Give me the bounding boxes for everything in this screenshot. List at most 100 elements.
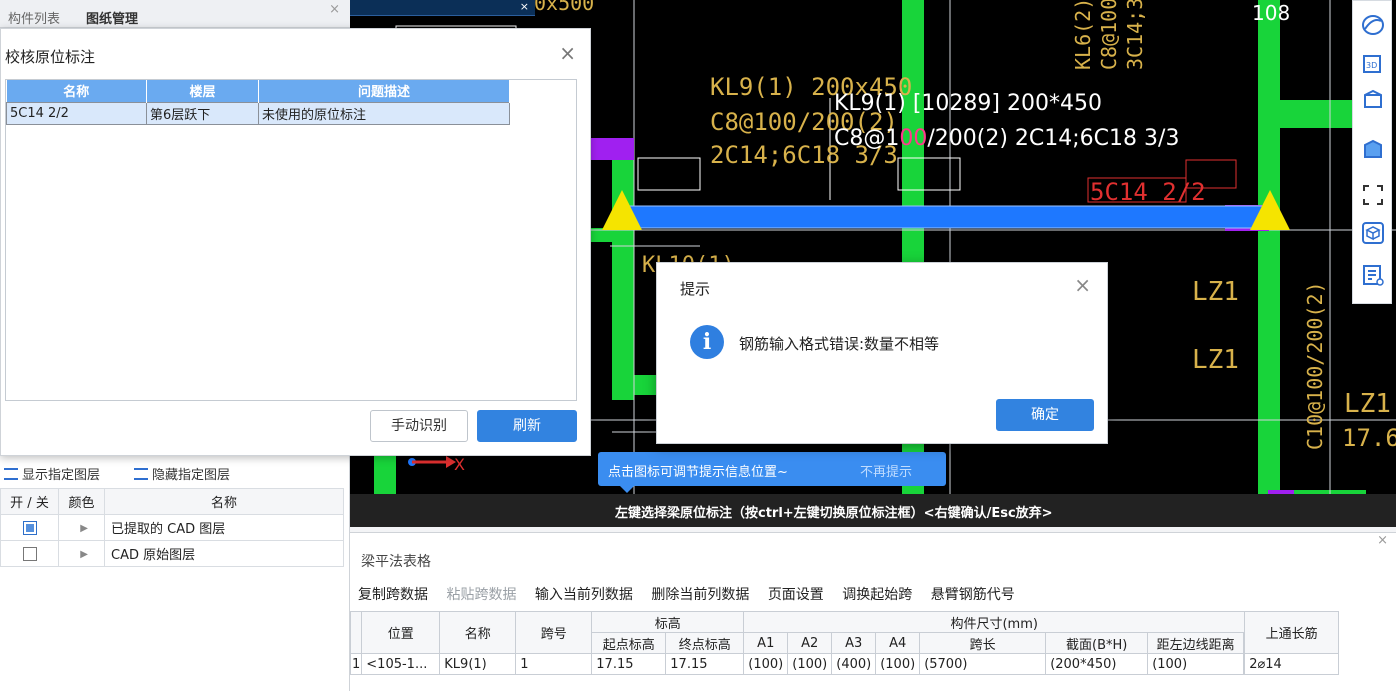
cad-label: 0x500 (534, 0, 594, 15)
beam-toolbar: 复制跨数据 粘贴跨数据 输入当前列数据 删除当前列数据 页面设置 调换起始跨 悬… (358, 584, 1029, 604)
cell-a1[interactable]: (100) (743, 653, 789, 675)
left-tab-bar: 构件列表 图纸管理 × (0, 0, 350, 28)
cell-a2[interactable]: (100) (787, 653, 833, 675)
cad-label: C8@100 (1097, 0, 1121, 70)
col-header-name: 名称 (104, 488, 344, 515)
cad-label: KL6(2) (1071, 0, 1095, 70)
layer-table: 开 / 关 颜色 名称 ▶ 已提取的 CAD 图层 ▶ CAD 原始图层 (0, 488, 344, 567)
prompt-dialog: 提示 × i 钢筋输入格式错误:数量不相等 确定 (656, 262, 1108, 444)
dialog-title: 提示 (680, 280, 711, 298)
table-row[interactable]: 1 <105-1... KL9(1) 1 17.15 17.15 (100) (… (349, 653, 1340, 675)
list-settings-icon[interactable] (1361, 263, 1385, 287)
tab-drawing-management[interactable]: 图纸管理 (86, 8, 138, 27)
view-cube-icon[interactable] (1361, 221, 1385, 245)
cad-label-elevation: 17.65 (1342, 424, 1396, 452)
col-group-elevation: 标高 (591, 611, 745, 633)
show-layer-button[interactable]: 显示指定图层 (4, 464, 100, 483)
info-icon: i (690, 325, 724, 359)
refresh-button[interactable]: 刷新 (477, 410, 577, 442)
row-index: 1 (349, 653, 363, 675)
col-header-start-elev: 起点标高 (591, 632, 667, 654)
cell-a4[interactable]: (100) (875, 653, 921, 675)
manual-identify-button[interactable]: 手动识别 (370, 410, 468, 442)
svg-text:C8@100/200(2) 2C14;6C18 3/3: C8@100/200(2) 2C14;6C18 3/3 (834, 126, 1179, 151)
col-header-a1: A1 (743, 632, 789, 654)
cad-label-5c14: 5C14 2/2 (1090, 178, 1206, 206)
beam-table: 位置 名称 跨号 标高 构件尺寸(mm) 上通长筋 起点标高 终点标高 A1 A… (349, 611, 1340, 675)
col-header-top-bar: 上通长筋 (1244, 611, 1340, 654)
layer-name: 已提取的 CAD 图层 (104, 514, 344, 541)
confirm-button[interactable]: 确定 (996, 399, 1094, 431)
cube-solid-icon[interactable] (1361, 137, 1385, 161)
layers-icon (134, 467, 148, 480)
panel-title: 梁平法表格 (361, 554, 431, 570)
paste-span-button[interactable]: 粘贴跨数据 (446, 587, 516, 603)
cell-span-length[interactable]: (5700) (919, 653, 1047, 675)
col-group-size: 构件尺寸(mm) (743, 611, 1246, 633)
cell-name[interactable]: KL9(1) (439, 653, 517, 675)
expand-icon[interactable]: ▶ (80, 549, 88, 560)
cell-span[interactable]: 1 (515, 653, 593, 675)
dont-show-again-link[interactable]: 不再提示 (860, 461, 912, 480)
cell-distance[interactable]: (100) (1147, 653, 1245, 675)
cell-end-elev[interactable]: 17.15 (665, 653, 745, 675)
page-setup-button[interactable]: 页面设置 (768, 587, 824, 603)
col-header-name: 名称 (439, 611, 517, 654)
close-icon[interactable]: × (329, 2, 340, 17)
hide-layer-label: 隐藏指定图层 (152, 468, 231, 483)
prompt-message: 钢筋输入格式错误:数量不相等 (739, 335, 940, 353)
cad-label: C10@100/200(2) (1303, 281, 1327, 450)
cell-a3[interactable]: (400) (831, 653, 877, 675)
col-header-section: 截面(B*H) (1045, 632, 1149, 654)
table-row[interactable]: ▶ CAD 原始图层 (0, 540, 344, 567)
hide-layer-button[interactable]: 隐藏指定图层 (134, 464, 230, 483)
col-header-a4: A4 (875, 632, 921, 654)
close-icon[interactable]: × (559, 41, 576, 65)
cad-label-lz1: LZ1 (1192, 277, 1239, 307)
cell-section[interactable]: (200*450) (1045, 653, 1149, 675)
col-header-distance: 距左边线距离 (1147, 632, 1245, 654)
table-row[interactable]: ▶ 已提取的 CAD 图层 (0, 514, 344, 541)
cube-icon[interactable] (1361, 87, 1385, 111)
col-header-color: 颜色 (58, 488, 105, 515)
cad-label-lz1: LZ1 (1344, 389, 1391, 419)
copy-span-button[interactable]: 复制跨数据 (358, 587, 428, 603)
svg-text:3D: 3D (1366, 61, 1377, 70)
close-icon[interactable]: × (520, 0, 529, 13)
show-layer-label: 显示指定图层 (22, 468, 101, 483)
col-header-floor: 楼层 (146, 80, 259, 102)
layer-checkbox[interactable] (22, 546, 37, 561)
col-header-a2: A2 (787, 632, 833, 654)
col-header-desc: 问题描述 (258, 80, 510, 102)
fullscreen-icon[interactable] (1361, 183, 1385, 207)
cell-top-bar[interactable]: 2⌀14 (1244, 653, 1340, 675)
table-row[interactable]: 5C14 2/2 第6层跃下 未使用的原位标注 (6, 101, 510, 125)
cad-label-lz1: LZ1 (1192, 345, 1239, 375)
layer-name: CAD 原始图层 (104, 540, 344, 567)
cell-start-elev[interactable]: 17.15 (591, 653, 667, 675)
col-header-toggle: 开 / 关 (0, 488, 59, 515)
hint-tooltip[interactable]: 点击图标可调节提示信息位置~ 不再提示 (598, 452, 946, 493)
input-column-button[interactable]: 输入当前列数据 (535, 587, 633, 603)
delete-column-button[interactable]: 删除当前列数据 (651, 587, 749, 603)
cell-position[interactable]: <105-1... (361, 653, 441, 675)
hint-message: 点击图标可调节提示信息位置~ (608, 465, 788, 480)
cantilever-code-button[interactable]: 悬臂钢筋代号 (931, 587, 1015, 603)
axis-x-label: X (454, 455, 465, 474)
close-icon[interactable]: × (1074, 273, 1091, 297)
beam-table-panel: 梁平法表格 × 复制跨数据 粘贴跨数据 输入当前列数据 删除当前列数据 页面设置… (349, 532, 1396, 691)
expand-icon[interactable]: ▶ (80, 523, 88, 534)
close-icon[interactable]: × (1377, 533, 1388, 548)
cell-floor: 第6层跃下 (146, 101, 259, 125)
layer-checkbox[interactable] (22, 520, 37, 535)
tab-component-list[interactable]: 构件列表 (8, 8, 60, 27)
orbit-icon[interactable] (1361, 13, 1385, 37)
swap-start-span-button[interactable]: 调换起始跨 (842, 587, 912, 603)
3d-view-icon[interactable]: 3D (1361, 51, 1385, 75)
status-text: 左键选择梁原位标注（按ctrl+左键切换原位标注框）<右键确认/Esc放弃> (615, 506, 1053, 521)
annotation-line-2a: C8@1 (834, 126, 899, 151)
view-toolbar: 3D (1352, 0, 1392, 304)
mini-window: × (350, 0, 535, 16)
layer-toolbar: 显示指定图层 隐藏指定图层 (0, 460, 350, 486)
col-header-a3: A3 (831, 632, 877, 654)
